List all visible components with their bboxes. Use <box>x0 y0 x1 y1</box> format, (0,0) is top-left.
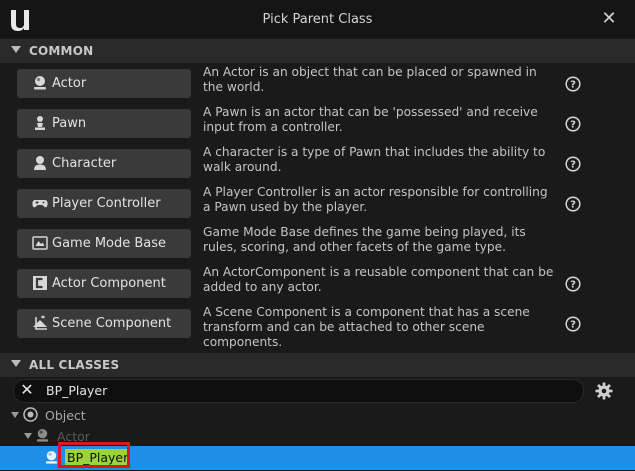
scene-component-icon <box>33 315 47 330</box>
tree-item-label: BP_Player <box>65 449 131 466</box>
class-row-actor-component: Actor Component An ActorComponent is a r… <box>0 264 635 304</box>
common-section-label: COMMON <box>29 44 94 58</box>
actor-icon <box>36 428 49 442</box>
actor-component-class-button[interactable]: Actor Component <box>17 269 191 298</box>
clear-search-button[interactable]: ✕ <box>19 381 35 399</box>
pawn-class-label: Pawn <box>52 116 87 131</box>
svg-text:?: ? <box>570 160 576 171</box>
actor-component-icon <box>33 276 47 290</box>
gamepad-icon <box>32 200 48 208</box>
character-icon <box>34 156 46 170</box>
class-row-player-controller: Player Controller A Player Controller is… <box>0 184 635 224</box>
character-class-button[interactable]: Character <box>17 149 191 178</box>
actor-class-label: Actor <box>52 76 87 91</box>
clear-icon: ✕ <box>20 380 34 399</box>
expand-arrow-icon[interactable] <box>11 412 19 418</box>
game-mode-base-description: Game Mode Base defines the game being pl… <box>203 225 526 254</box>
search-value: BP_Player <box>46 383 108 398</box>
search-row: ✕ BP_Player <box>0 377 635 405</box>
scene-component-class-button[interactable]: Scene Component <box>17 309 191 338</box>
blueprint-icon <box>45 450 58 464</box>
expand-arrow-icon[interactable] <box>24 433 32 439</box>
pawn-icon <box>35 116 45 130</box>
all-classes-section-header[interactable]: ALL CLASSES <box>0 353 635 377</box>
class-row-actor: Actor An Actor is an object that can be … <box>0 64 635 104</box>
gear-icon[interactable] <box>595 382 613 400</box>
svg-text:?: ? <box>570 120 576 131</box>
class-row-pawn: Pawn A Pawn is an actor that can be 'pos… <box>0 104 635 144</box>
character-description: A character is a type of Pawn that inclu… <box>203 145 546 174</box>
help-icon[interactable]: ? <box>565 76 581 92</box>
svg-text:?: ? <box>570 80 576 91</box>
common-section-header[interactable]: COMMON <box>0 39 635 63</box>
class-search-input[interactable]: ✕ BP_Player <box>13 379 584 403</box>
object-icon <box>23 407 38 422</box>
svg-text:?: ? <box>570 200 576 211</box>
class-row-game-mode-base: Game Mode Base Game Mode Base defines th… <box>0 224 635 264</box>
actor-component-description: An ActorComponent is a reusable componen… <box>203 265 554 294</box>
player-controller-class-button[interactable]: Player Controller <box>17 189 191 218</box>
collapse-arrow-icon <box>11 360 21 367</box>
close-button[interactable]: ✕ <box>599 9 619 29</box>
tree-item-object[interactable]: Object <box>0 405 635 426</box>
tree-item-label: Actor <box>57 429 90 444</box>
pawn-class-button[interactable]: Pawn <box>17 109 191 138</box>
help-icon[interactable]: ? <box>565 156 581 172</box>
actor-component-class-label: Actor Component <box>52 276 166 291</box>
title-bar: Pick Parent Class ✕ <box>0 0 635 38</box>
help-icon[interactable]: ? <box>565 196 581 212</box>
all-classes-section-label: ALL CLASSES <box>29 358 120 372</box>
player-controller-description: A Player Controller is an actor responsi… <box>203 185 548 214</box>
actor-description: An Actor is an object that can be placed… <box>203 65 537 94</box>
tree-item-label: Object <box>45 408 86 423</box>
game-mode-base-class-label: Game Mode Base <box>52 236 167 251</box>
svg-text:?: ? <box>570 320 576 331</box>
tree-item-bp-player[interactable]: BP_Player <box>0 446 635 470</box>
class-row-character: Character A character is a type of Pawn … <box>0 144 635 184</box>
svg-text:?: ? <box>570 280 576 291</box>
player-controller-class-label: Player Controller <box>52 196 161 211</box>
actor-class-button[interactable]: Actor <box>17 69 191 98</box>
scene-component-description: A Scene Component is a component that ha… <box>203 305 530 349</box>
game-mode-base-class-button[interactable]: Game Mode Base <box>17 229 191 258</box>
character-class-label: Character <box>52 156 117 171</box>
help-icon[interactable]: ? <box>565 276 581 292</box>
game-mode-icon <box>32 236 48 250</box>
close-icon: ✕ <box>601 8 617 29</box>
window-title: Pick Parent Class <box>262 12 373 27</box>
class-row-scene-component: Scene Component A Scene Component is a c… <box>0 304 635 349</box>
actor-icon <box>34 76 46 90</box>
help-icon[interactable]: ? <box>565 316 581 332</box>
tree-item-actor[interactable]: Actor <box>0 426 635 447</box>
scene-component-class-label: Scene Component <box>52 316 172 331</box>
pawn-description: A Pawn is an actor that can be 'possesse… <box>203 105 538 134</box>
help-icon[interactable]: ? <box>565 116 581 132</box>
collapse-arrow-icon <box>11 46 21 53</box>
